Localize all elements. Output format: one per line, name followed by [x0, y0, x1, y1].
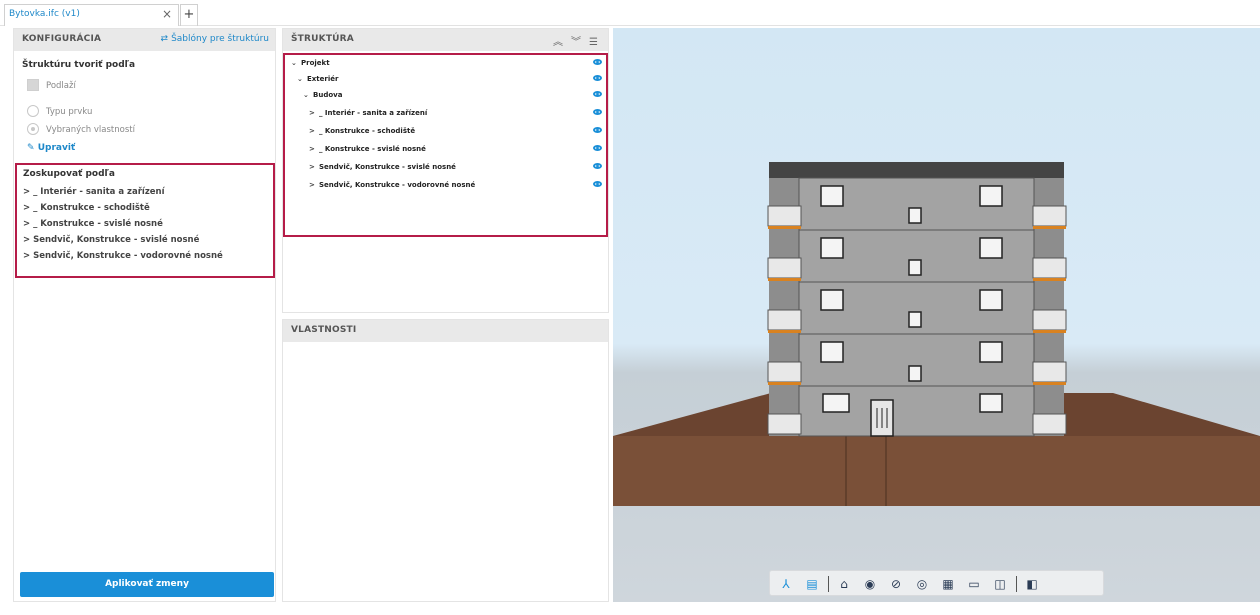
compare-icon[interactable]: ◧	[1024, 576, 1040, 592]
app-root: Bytovka.ifc (v1) × + KONFIGURÁCIA ⇄ Šabló…	[0, 0, 1260, 615]
floor-option-label: Podlaží	[46, 81, 76, 91]
eye-hidden-icon[interactable]: ⊘	[888, 576, 904, 592]
split-view-icon[interactable]: ◫	[992, 576, 1008, 592]
selected-props-radio-label: Vybraných vlastností	[46, 125, 135, 135]
structure-tree: ⌄ Projekt ⌄ Exteriér ⌄ Budova > _ Interiér -…	[283, 53, 608, 237]
floor-checkbox[interactable]	[27, 79, 39, 91]
tree-node[interactable]: ⌄ Budova	[285, 91, 606, 103]
apply-changes-button[interactable]: Aplikovať zmeny	[20, 572, 274, 597]
structure-header: ŠTRUKTÚRA ︽ ︾ ☰	[283, 29, 608, 51]
add-tab-button[interactable]: +	[180, 4, 198, 26]
visibility-eye-icon[interactable]	[593, 127, 602, 133]
expand-all-icon[interactable]: ︾	[571, 37, 581, 48]
section-box-icon[interactable]: ▦	[940, 576, 956, 592]
tree-node-label: Exteriér	[307, 75, 339, 83]
group-item[interactable]: > Sendvič, Konstrukce - vodorovné nosné	[23, 251, 223, 261]
group-item[interactable]: > Sendvič, Konstrukce - svislé nosné	[23, 235, 199, 245]
collapse-all-icon[interactable]: ︽	[553, 37, 563, 48]
tree-node[interactable]: > _ Konstrukce - schodiště	[285, 127, 606, 139]
properties-header: VLASTNOSTI	[283, 320, 608, 342]
pencil-icon: ✎	[27, 143, 38, 153]
viewer-toolbar: ⅄ ▤ ⌂ ◉ ⊘ ◎ ▦ ▭ ◫ ◧	[769, 570, 1104, 596]
group-item[interactable]: > _ Konstrukce - schodiště	[23, 203, 150, 213]
edit-link-label[interactable]: Upraviť	[38, 143, 76, 153]
chevron-down-icon[interactable]: ⌄	[291, 59, 301, 67]
chevron-right-icon[interactable]: >	[309, 109, 319, 117]
tree-node[interactable]: > Sendvič, Konstrukce - svislé nosné	[285, 163, 606, 175]
chevron-right-icon[interactable]: >	[309, 163, 319, 171]
tree-node[interactable]: ⌄ Projekt	[285, 59, 606, 71]
edit-link[interactable]: ✎ Upraviť	[27, 143, 75, 153]
tree-node[interactable]: ⌄ Exteriér	[285, 75, 606, 87]
templates-link[interactable]: ⇄ Šablóny pre štruktúru	[161, 34, 269, 44]
filter-icon: ⇄	[160, 34, 169, 44]
visibility-eye-icon[interactable]	[593, 145, 602, 151]
tree-node-label: Sendvič, Konstrukce - vodorovné nosné	[319, 181, 476, 189]
tree-node[interactable]: > _ Interiér - sanita a zařízení	[285, 109, 606, 121]
chevron-right-icon[interactable]: >	[309, 127, 319, 135]
type-radio-label: Typu prvku	[46, 107, 93, 117]
home-icon[interactable]: ⌂	[836, 576, 852, 592]
file-tab[interactable]: Bytovka.ifc (v1) ×	[4, 4, 179, 26]
tree-node[interactable]: > _ Konstrukce - svislé nosné	[285, 145, 606, 157]
tree-node-label: Sendvič, Konstrukce - svislé nosné	[319, 163, 456, 171]
target-icon[interactable]: ◎	[914, 576, 930, 592]
file-tab-label[interactable]: Bytovka.ifc (v1)	[9, 9, 80, 19]
tree-node-label: _ Konstrukce - svislé nosné	[319, 145, 426, 153]
tree-node-label: _ Interiér - sanita a zařízení	[319, 109, 428, 117]
roof	[769, 162, 1064, 178]
model-tree-icon[interactable]: ▤	[804, 576, 820, 592]
filter-icon[interactable]: ☰	[589, 37, 598, 48]
eye-icon[interactable]: ◉	[862, 576, 878, 592]
tree-node-label: Budova	[313, 91, 343, 99]
tree-node-label: _ Konstrukce - schodiště	[319, 127, 416, 135]
chevron-right-icon[interactable]: >	[309, 145, 319, 153]
close-icon[interactable]: ×	[162, 7, 172, 21]
selected-props-radio[interactable]	[27, 123, 39, 135]
chevron-down-icon[interactable]: ⌄	[297, 75, 307, 83]
chevron-down-icon[interactable]: ⌄	[303, 91, 313, 99]
visibility-eye-icon[interactable]	[593, 75, 602, 81]
3d-viewer[interactable]: ⅄ ▤ ⌂ ◉ ⊘ ◎ ▦ ▭ ◫ ◧	[613, 28, 1260, 602]
tab-bar: Bytovka.ifc (v1) × +	[0, 0, 1260, 26]
structure-panel: ŠTRUKTÚRA ︽ ︾ ☰ ⌄ Projekt ⌄ Exteriér ⌄ Budova…	[282, 28, 609, 313]
chevron-right-icon[interactable]: >	[309, 181, 319, 189]
configuration-panel: KONFIGURÁCIA ⇄ Šablóny pre štruktúru Štru…	[13, 28, 276, 602]
visibility-eye-icon[interactable]	[593, 181, 602, 187]
tree-node[interactable]: > Sendvič, Konstrukce - vodorovné nosné	[285, 181, 606, 193]
ground-front	[613, 436, 1260, 506]
group-item[interactable]: > _ Konstrukce - svislé nosné	[23, 219, 163, 229]
building-model	[613, 162, 1260, 506]
visibility-eye-icon[interactable]	[593, 109, 602, 115]
type-radio[interactable]	[27, 105, 39, 117]
configuration-title: KONFIGURÁCIA	[22, 34, 102, 44]
configuration-header: KONFIGURÁCIA ⇄ Šablóny pre štruktúru	[14, 29, 275, 51]
group-by-label: Zoskupovať podľa	[23, 169, 115, 179]
group-item[interactable]: > _ Interiér - sanita a zařízení	[23, 187, 165, 197]
ruler-icon[interactable]: ▭	[966, 576, 982, 592]
structure-by-label: Štruktúru tvoriť podľa	[22, 60, 136, 70]
visibility-eye-icon[interactable]	[593, 91, 602, 97]
properties-panel: VLASTNOSTI	[282, 319, 609, 602]
tree-node-label: Projekt	[301, 59, 330, 67]
visibility-eye-icon[interactable]	[593, 163, 602, 169]
templates-link-label[interactable]: Šablóny pre štruktúru	[171, 34, 269, 44]
structure-header-icons: ︽ ︾ ☰	[545, 33, 598, 48]
visibility-eye-icon[interactable]	[593, 59, 602, 65]
axes-icon[interactable]: ⅄	[778, 576, 794, 592]
group-by-section: Zoskupovať podľa > _ Interiér - sanita a…	[15, 163, 275, 278]
properties-title: VLASTNOSTI	[291, 325, 357, 335]
structure-title: ŠTRUKTÚRA	[291, 34, 354, 44]
